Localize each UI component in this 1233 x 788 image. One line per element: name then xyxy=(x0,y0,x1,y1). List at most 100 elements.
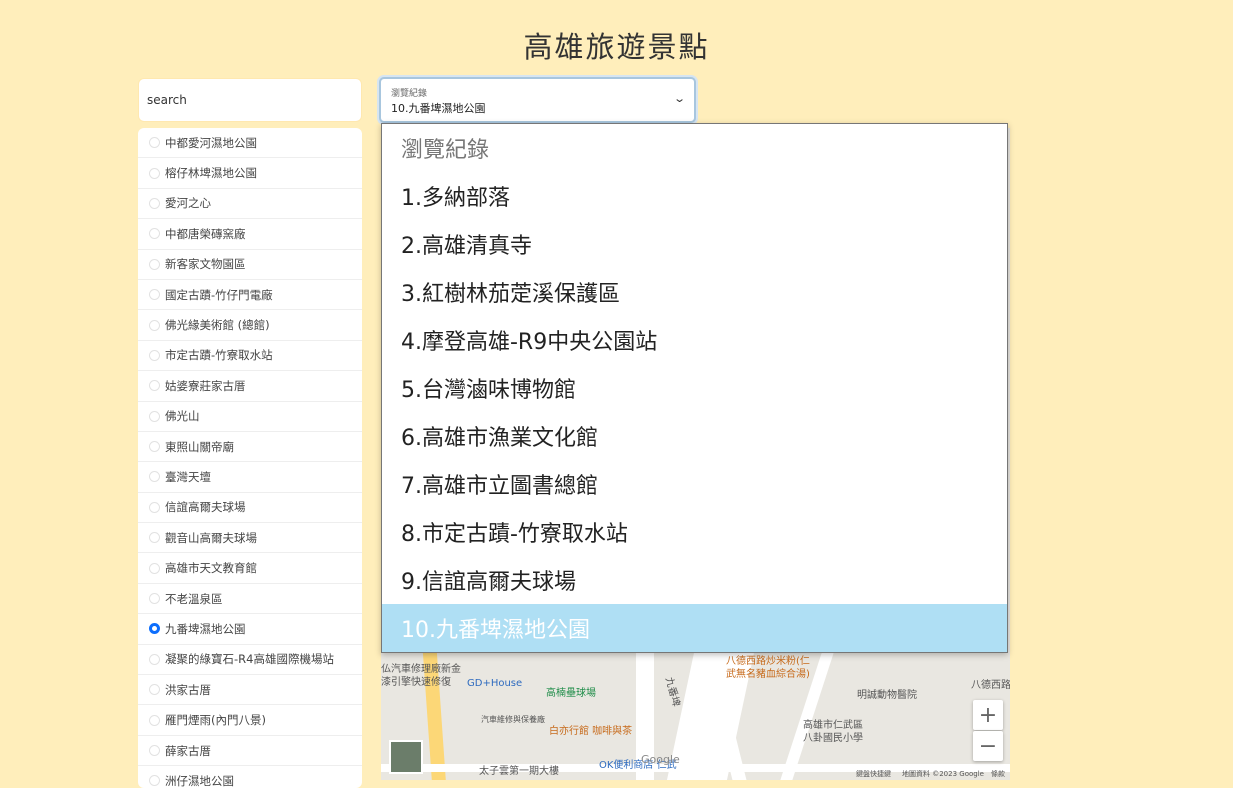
dropdown-option[interactable]: 瀏覽紀錄 xyxy=(382,124,1007,172)
list-item-label: 東照山關帝廟 xyxy=(165,439,234,454)
zoom-out-button[interactable]: − xyxy=(973,731,1003,761)
list-item[interactable]: 雁門煙雨(內門八景) xyxy=(138,705,362,736)
dropdown-option[interactable]: 1.多納部落 xyxy=(382,172,1007,220)
list-item[interactable]: 東照山關帝廟 xyxy=(138,432,362,463)
dropdown-option[interactable]: 4.摩登高雄-R9中央公園站 xyxy=(382,316,1007,364)
list-item[interactable]: 九番埤濕地公園 xyxy=(138,614,362,645)
radio-button[interactable] xyxy=(149,745,160,756)
terms-link[interactable]: 條款 xyxy=(991,769,1005,779)
map-label: 太子雲第一期大樓 xyxy=(479,766,559,777)
map-label: 八德西路 xyxy=(971,680,1010,691)
radio-button[interactable] xyxy=(149,137,160,149)
list-item-label: 佛光山 xyxy=(165,409,200,424)
radio-button[interactable] xyxy=(149,167,160,179)
list-item[interactable]: 不老溫泉區 xyxy=(138,584,362,615)
place-list: 中都愛河濕地公園 榕仔林埤濕地公園愛河之心中都唐榮磚窯廠 新客家文物園區國定古蹟-竹… xyxy=(138,128,362,788)
dropdown-option[interactable]: 6.高雄市漁業文化館 xyxy=(382,412,1007,460)
map-label: 高楠壘球場 xyxy=(546,688,596,699)
map-label: 八卦國民小學 xyxy=(803,733,863,744)
map-label: 明誠動物醫院 xyxy=(857,690,917,701)
radio-button[interactable] xyxy=(149,775,160,787)
list-item-label: 高雄市天文教育館 xyxy=(165,561,257,576)
radio-button[interactable] xyxy=(149,562,160,574)
list-item[interactable]: 榕仔林埤濕地公園 xyxy=(138,158,362,189)
radio-button[interactable] xyxy=(149,684,160,696)
radio-button[interactable] xyxy=(149,319,160,331)
satellite-toggle[interactable] xyxy=(389,740,423,774)
list-item-label: 中都唐榮磚窯廠 xyxy=(165,226,246,241)
list-item[interactable]: 姑婆寮莊家古厝 xyxy=(138,371,362,402)
list-item-label: 雁門煙雨(內門八景) xyxy=(165,713,266,728)
map-label: 九番埤 xyxy=(662,676,682,708)
radio-button[interactable] xyxy=(149,228,160,240)
dropdown-option[interactable]: 3.紅樹林茄萣溪保護區 xyxy=(382,268,1007,316)
radio-button[interactable] xyxy=(149,410,160,422)
dropdown-option[interactable]: 2.高雄清真寺 xyxy=(382,220,1007,268)
list-item-label: 姑婆寮莊家古厝 xyxy=(165,378,246,393)
list-item[interactable]: 國定古蹟-竹仔門電廠 xyxy=(138,280,362,311)
radio-button[interactable] xyxy=(149,653,160,665)
list-item-label: 洲仔濕地公園 xyxy=(165,773,234,788)
list-item[interactable]: 新客家文物園區 xyxy=(138,250,362,280)
history-select-value: 10.九番埤濕地公園 xyxy=(391,102,486,115)
list-item[interactable]: 臺灣天壇 xyxy=(138,462,362,493)
list-item-label: 凝聚的綠寶石-R4高雄國際機場站 xyxy=(165,652,334,667)
list-item[interactable]: 高雄市天文教育館 xyxy=(138,553,362,584)
radio-button[interactable] xyxy=(149,380,160,392)
radio-button[interactable] xyxy=(149,258,160,270)
list-item-label: 佛光緣美術館 (總館) xyxy=(165,318,270,333)
radio-button[interactable] xyxy=(149,623,160,635)
list-item-label: 中都愛河濕地公園 xyxy=(165,135,257,150)
list-item-label: 市定古蹟-竹寮取水站 xyxy=(165,348,273,363)
list-item[interactable]: 觀音山高爾夫球場 xyxy=(138,523,362,554)
radio-button[interactable] xyxy=(149,441,160,453)
list-item-label: 新客家文物園區 xyxy=(165,257,246,272)
list-item-label: 洪家古厝 xyxy=(165,682,211,697)
history-select[interactable]: 瀏覽紀錄 10.九番埤濕地公園 ⌄ xyxy=(379,77,696,123)
zoom-in-button[interactable]: + xyxy=(973,700,1003,730)
list-item[interactable]: 薛家古厝 xyxy=(138,736,362,767)
list-item-label: 國定古蹟-竹仔門電廠 xyxy=(165,287,273,302)
google-logo: Google xyxy=(641,753,680,766)
list-item-label: 不老溫泉區 xyxy=(165,591,223,606)
radio-button[interactable] xyxy=(149,289,160,301)
list-item[interactable]: 信誼高爾夫球場 xyxy=(138,493,362,524)
map-label: GD+House xyxy=(467,678,523,689)
list-item-label: 臺灣天壇 xyxy=(165,469,211,484)
list-item[interactable]: 凝聚的綠寶石-R4高雄國際機場站 xyxy=(138,645,362,676)
radio-button[interactable] xyxy=(149,471,160,483)
keyboard-shortcuts-link[interactable]: 鍵盤快捷鍵 xyxy=(856,769,891,779)
chevron-down-icon: ⌄ xyxy=(672,92,686,105)
dropdown-option[interactable]: 10.九番埤濕地公園 xyxy=(382,604,1007,652)
list-item[interactable]: 佛光緣美術館 (總館) xyxy=(138,310,362,341)
list-item[interactable]: 洲仔濕地公園 xyxy=(138,766,362,788)
list-item-label: 信誼高爾夫球場 xyxy=(165,500,246,515)
list-item-label: 觀音山高爾夫球場 xyxy=(165,530,257,545)
radio-button[interactable] xyxy=(149,714,160,726)
list-item-label: 薛家古厝 xyxy=(165,743,211,758)
history-select-label: 瀏覽紀錄 xyxy=(391,89,428,99)
page-title: 高雄旅遊景點 xyxy=(523,30,710,64)
history-dropdown: 瀏覽紀錄 1.多納部落 2.高雄清真寺 3.紅樹林茄萣溪保護區 4.摩登高雄-R9中央公… xyxy=(381,123,1008,653)
map-label: 武無名豬血綜合湯) xyxy=(726,669,810,680)
list-item[interactable]: 中都愛河濕地公園 xyxy=(138,128,362,159)
radio-button[interactable] xyxy=(149,593,160,605)
map-label: 白亦行館 咖啡與茶 xyxy=(549,726,633,737)
dropdown-option[interactable]: 8.市定古蹟-竹寮取水站 xyxy=(382,508,1007,556)
map-data-attribution: 地圖資料 ©2023 Google xyxy=(902,770,984,778)
dropdown-option[interactable]: 7.高雄市立圖書總館 xyxy=(382,460,1007,508)
radio-button[interactable] xyxy=(149,197,160,209)
list-item-label: 榕仔林埤濕地公園 xyxy=(165,166,257,181)
radio-button[interactable] xyxy=(149,349,160,361)
list-item[interactable]: 市定古蹟-竹寮取水站 xyxy=(138,341,362,372)
list-item[interactable]: 中都唐榮磚窯廠 xyxy=(138,219,362,250)
list-item[interactable]: 洪家古厝 xyxy=(138,675,362,706)
search-input[interactable] xyxy=(138,78,362,122)
radio-button[interactable] xyxy=(149,532,160,544)
dropdown-option[interactable]: 5.台灣滷味博物館 xyxy=(382,364,1007,412)
dropdown-option[interactable]: 9.信誼高爾夫球場 xyxy=(382,556,1007,604)
map-label: 汽車維修與保養廠 xyxy=(481,715,545,724)
list-item[interactable]: 愛河之心 xyxy=(138,189,362,220)
list-item[interactable]: 佛光山 xyxy=(138,402,362,432)
radio-button[interactable] xyxy=(149,501,160,513)
